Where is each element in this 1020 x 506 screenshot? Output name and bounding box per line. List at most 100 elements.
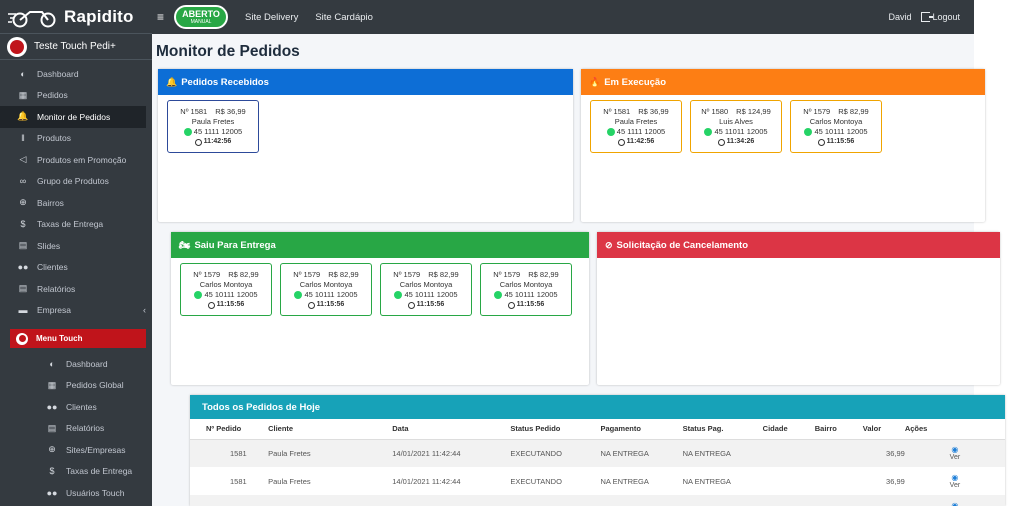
whatsapp-icon bbox=[294, 291, 303, 299]
customer-phone: 45 1111 12005 bbox=[168, 127, 258, 137]
sidebar-subitem-relat-rios[interactable]: ▤ Relatórios bbox=[0, 418, 152, 440]
sidebar-subitem-sites-empresas[interactable]: ⊕ Sites/Empresas bbox=[0, 439, 152, 461]
sidebar-item-produtos-em-promo-o[interactable]: ◁ Produtos em Promoção bbox=[0, 149, 152, 171]
dollar-icon: $ bbox=[20, 219, 26, 230]
bell-icon: 🔔 bbox=[166, 76, 178, 87]
order-card[interactable]: Nº 1581 R$ 36,99 Paula Fretes 45 1111 12005… bbox=[590, 100, 682, 153]
order-cards: Nº 1579 R$ 82,99 Carlos Montoya 45 10111 12… bbox=[171, 258, 589, 316]
eye-icon: ◉ bbox=[951, 473, 959, 482]
time-value: 11:34:26 bbox=[726, 138, 755, 145]
briefcase-icon: ▬ bbox=[18, 305, 28, 316]
users-icon: ●● bbox=[17, 262, 29, 273]
sidebar-subitem-pedidos-global[interactable]: ▦ Pedidos Global bbox=[0, 375, 152, 397]
sidebar-subitem-usu-rios-touch[interactable]: ●● Usuários Touch bbox=[0, 482, 152, 504]
order-time: 11:15:56 bbox=[791, 137, 881, 147]
menu-touch-header[interactable]: Menu Touch bbox=[10, 329, 146, 348]
sidebar-item-produtos[interactable]: ǁ Produtos bbox=[0, 128, 152, 150]
sidebar-item-taxas-de-entrega[interactable]: $ Taxas de Entrega bbox=[0, 214, 152, 236]
clock-icon bbox=[407, 301, 415, 309]
sidebar-subitem-label: Taxas de Entrega bbox=[66, 466, 133, 477]
logout-button[interactable]: Logout bbox=[921, 12, 960, 22]
order-number: Nº 1579 bbox=[293, 270, 321, 279]
globe-icon: ⊕ bbox=[48, 444, 56, 455]
hamburger-menu-icon[interactable]: ≡ bbox=[157, 10, 164, 24]
orders-table-title: Todos os Pedidos de Hoje bbox=[190, 395, 1005, 419]
sidebar-item-dashboard[interactable]: ◐ Dashboard bbox=[0, 63, 152, 85]
order-card[interactable]: Nº 1580 R$ 124,99 Luis Alves 45 11011 12005… bbox=[690, 100, 782, 153]
order-card[interactable]: Nº 1579 R$ 82,99 Carlos Montoya 45 10111 12… bbox=[480, 263, 572, 316]
motorcycle-icon: ∞ bbox=[19, 176, 27, 187]
calendar-icon: ▦ bbox=[47, 379, 57, 390]
customer-name: Carlos Montoya bbox=[399, 280, 453, 289]
cell-cidade bbox=[762, 495, 815, 506]
order-time: 11:34:26 bbox=[691, 137, 781, 147]
cell-acoes: ◉Ver bbox=[905, 467, 1005, 495]
time-value: 11:15:56 bbox=[826, 138, 855, 145]
sidebar-item-monitor-de-pedidos[interactable]: 🔔 Monitor de Pedidos bbox=[0, 106, 146, 128]
cell-cliente: Paula Fretes bbox=[268, 476, 311, 486]
panel-pedidos-recebidos: 🔔 Pedidos Recebidos Nº 1581 R$ 36,99 Paula F… bbox=[158, 69, 573, 222]
order-card[interactable]: Nº 1579 R$ 82,99 Carlos Montoya 45 10111 12… bbox=[280, 263, 372, 316]
order-card[interactable]: Nº 1579 R$ 82,99 Carlos Montoya 45 10111 12… bbox=[790, 100, 882, 153]
chevron-left-icon: ‹ bbox=[143, 305, 146, 316]
customer-phone: 45 10111 12005 bbox=[791, 127, 881, 137]
site-delivery-link[interactable]: Site Delivery bbox=[245, 12, 298, 23]
cell-pagamento: NA ENTREGA bbox=[600, 495, 683, 506]
page-title: Monitor de Pedidos bbox=[156, 43, 300, 60]
order-card[interactable]: Nº 1581 R$ 36,99 Paula Fretes 45 1111 12005… bbox=[167, 100, 259, 153]
main-content: Monitor de Pedidos 🔔 Pedidos Recebidos Nº … bbox=[152, 34, 1005, 506]
sidebar-item-clientes[interactable]: ●● Clientes bbox=[0, 257, 152, 279]
brand[interactable]: Rapidito bbox=[0, 0, 152, 34]
panel-title: Saiu Para Entrega bbox=[194, 239, 276, 251]
phone-number: 45 1111 12005 bbox=[616, 127, 666, 136]
column-header: Status Pag. bbox=[682, 419, 763, 440]
table-row: 1581Paula Fretes14/01/2021 11:42:44EXECU… bbox=[190, 467, 1005, 495]
customer-name: Paula Fretes bbox=[614, 117, 658, 126]
customer-name: Carlos Montoya bbox=[809, 117, 863, 126]
sidebar-item-relat-rios[interactable]: ▤ Relatórios bbox=[0, 278, 152, 300]
order-card[interactable]: Nº 1579 R$ 82,99 Carlos Montoya 45 10111 12… bbox=[380, 263, 472, 316]
order-price: R$ 36,99 bbox=[215, 107, 246, 116]
customer-name: Paula Fretes bbox=[191, 117, 235, 126]
column-header: Pagamento bbox=[600, 419, 683, 440]
table-row: 1581Paula Fretes14/01/2021 11:42:44EXECU… bbox=[190, 439, 1005, 467]
user-name: David bbox=[888, 12, 912, 22]
order-time: 11:15:56 bbox=[281, 300, 371, 310]
sidebar-item-label: Empresa bbox=[37, 305, 72, 316]
column-header: Bairro bbox=[814, 419, 863, 440]
order-number: Nº 1581 bbox=[603, 107, 631, 116]
sidebar-item-grupo-de-produtos[interactable]: ∞ Grupo de Produtos bbox=[0, 171, 152, 193]
site-cardapio-link[interactable]: Site Cardápio bbox=[315, 12, 373, 23]
column-header: Cliente bbox=[268, 419, 393, 440]
column-header: Valor bbox=[862, 419, 905, 440]
sidebar-item-label: Slides bbox=[37, 240, 61, 251]
view-order-button[interactable]: ◉Ver bbox=[905, 445, 1005, 461]
cell-cliente: Paula Fretes bbox=[268, 495, 393, 506]
sidebar-subitem-dashboard[interactable]: ◐ Dashboard bbox=[0, 353, 152, 375]
clock-icon bbox=[307, 301, 315, 309]
cell-status: EXECUTANDO bbox=[510, 439, 601, 467]
gauge-icon: ◐ bbox=[49, 358, 55, 369]
clock-icon bbox=[507, 301, 515, 309]
brand-name: Rapidito bbox=[64, 6, 134, 26]
order-time: 11:15:56 bbox=[381, 300, 471, 310]
whatsapp-icon bbox=[606, 128, 615, 136]
users-icon: ●● bbox=[46, 401, 58, 412]
sidebar-subitem-taxas-de-entrega[interactable]: $ Taxas de Entrega bbox=[0, 461, 152, 483]
cell-status: EXECUTANDO bbox=[510, 476, 562, 486]
view-order-button[interactable]: ◉Ver bbox=[905, 501, 1005, 506]
sidebar-item-empresa[interactable]: ▬ Empresa ‹ bbox=[0, 300, 152, 322]
sidebar-subitem-clientes[interactable]: ●● Clientes bbox=[0, 396, 152, 418]
eye-icon: ◉ bbox=[951, 501, 959, 506]
store-selector[interactable]: Teste Touch Pedi+ bbox=[0, 34, 152, 60]
sidebar-item-pedidos[interactable]: ▦ Pedidos bbox=[0, 85, 152, 107]
order-cards: Nº 1581 R$ 36,99 Paula Fretes 45 1111 12005… bbox=[581, 95, 985, 153]
sidebar-item-slides[interactable]: ▤ Slides bbox=[0, 235, 152, 257]
sidebar-item-bairros[interactable]: ⊕ Bairros bbox=[0, 192, 152, 214]
users-icon: ●● bbox=[46, 487, 58, 498]
store-status-toggle[interactable]: ABERTO MANUAL bbox=[174, 5, 229, 29]
phone-number: 45 10111 12005 bbox=[814, 127, 868, 136]
order-card[interactable]: Nº 1579 R$ 82,99 Carlos Montoya 45 10111 12… bbox=[180, 263, 272, 316]
view-order-button[interactable]: ◉Ver bbox=[905, 473, 1005, 489]
phone-number: 45 10111 12005 bbox=[504, 290, 558, 299]
